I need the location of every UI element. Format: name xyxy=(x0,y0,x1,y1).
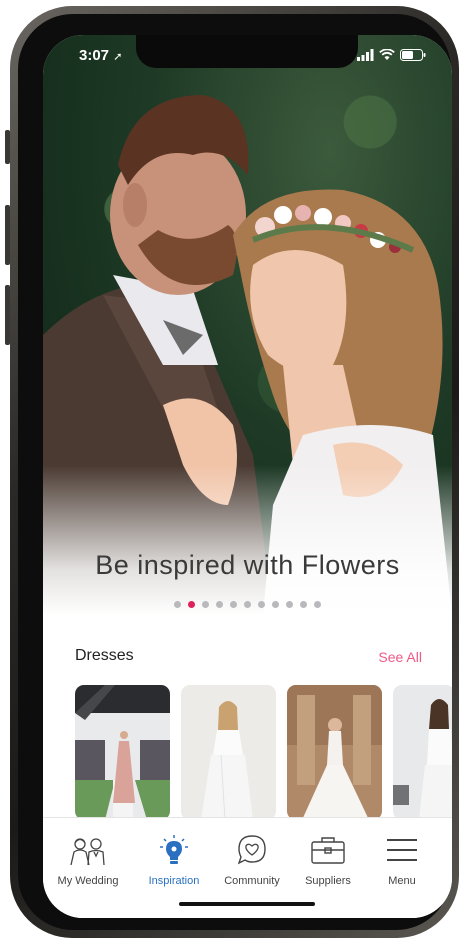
briefcase-icon xyxy=(311,837,345,864)
dresses-section-header: Dresses See All xyxy=(75,647,422,669)
couple-icon xyxy=(70,838,105,866)
tab-community[interactable]: Community xyxy=(212,834,292,887)
page-dot[interactable] xyxy=(230,601,237,608)
mute-switch xyxy=(5,130,10,164)
tab-label: Suppliers xyxy=(305,875,351,887)
battery-icon xyxy=(400,49,426,61)
page-dot[interactable] xyxy=(244,601,251,608)
see-all-link[interactable]: See All xyxy=(378,649,422,665)
bottom-tab-bar: My Wedding Inspiration Community Supplie… xyxy=(43,817,452,918)
location-arrow-icon: ➚ xyxy=(113,51,123,63)
volume-up-button xyxy=(5,205,10,265)
device-notch xyxy=(136,35,358,68)
page-dot[interactable] xyxy=(286,601,293,608)
hero-title: Be inspired with Flowers xyxy=(95,550,400,580)
dress-thumbnail[interactable] xyxy=(181,685,276,820)
page-dot[interactable] xyxy=(202,601,209,608)
wifi-icon xyxy=(379,49,395,60)
chat-heart-icon xyxy=(237,835,266,865)
tab-menu[interactable]: Menu xyxy=(362,834,442,887)
carousel-pagination[interactable] xyxy=(43,601,452,608)
page-dot[interactable] xyxy=(300,601,307,608)
page-dot[interactable] xyxy=(314,601,321,608)
tab-label: Menu xyxy=(388,875,416,887)
page-dot[interactable] xyxy=(216,601,223,608)
volume-down-button xyxy=(5,285,10,345)
page-dot[interactable] xyxy=(258,601,265,608)
section-title: Dresses xyxy=(75,647,134,664)
tab-suppliers[interactable]: Suppliers xyxy=(288,834,368,887)
tab-label: My Wedding xyxy=(57,875,119,887)
dress-thumbnail[interactable] xyxy=(75,685,170,820)
page-dot[interactable] xyxy=(174,601,181,608)
hamburger-icon xyxy=(387,839,417,861)
status-time: 3:07 ➚ xyxy=(79,47,123,64)
lightbulb-icon xyxy=(160,835,188,864)
page-dot[interactable] xyxy=(272,601,279,608)
dresses-carousel[interactable] xyxy=(75,685,452,820)
tab-label: Inspiration xyxy=(148,875,200,887)
tab-inspiration[interactable]: Inspiration xyxy=(134,834,214,887)
signal-icon xyxy=(357,49,374,61)
dress-thumbnail[interactable] xyxy=(393,685,452,820)
tab-my-wedding[interactable]: My Wedding xyxy=(48,834,128,887)
status-indicators xyxy=(357,49,426,61)
tab-label: Community xyxy=(224,875,280,887)
page-dot-active[interactable] xyxy=(188,601,195,608)
home-indicator[interactable] xyxy=(179,902,315,906)
dress-thumbnail[interactable] xyxy=(287,685,382,820)
hero-banner[interactable] xyxy=(43,35,452,615)
app-screen: 3:07 ➚ Be inspired with Flowers Dresses … xyxy=(43,35,452,918)
